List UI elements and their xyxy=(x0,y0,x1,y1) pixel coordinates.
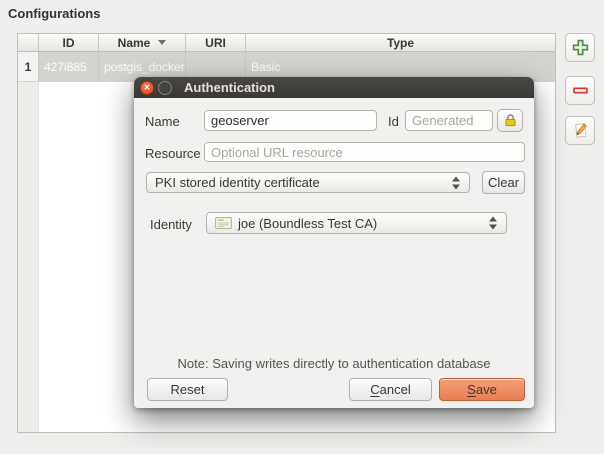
identity-label: Identity xyxy=(150,217,192,232)
certificate-icon xyxy=(215,217,232,229)
id-input xyxy=(405,110,493,131)
header-name[interactable]: Name xyxy=(99,34,186,51)
page-title: Configurations xyxy=(8,6,100,21)
identity-combobox[interactable]: joe (Boundless Test CA) xyxy=(206,212,507,234)
edit-config-button[interactable] xyxy=(565,116,595,145)
sort-descending-icon xyxy=(158,40,166,45)
name-input[interactable] xyxy=(204,110,377,131)
row-number-cell[interactable]: 1 xyxy=(18,52,39,81)
lock-id-button[interactable] xyxy=(497,109,523,132)
remove-config-button[interactable] xyxy=(565,76,595,105)
pencil-icon xyxy=(571,121,590,140)
cancel-button[interactable]: Cancel xyxy=(349,378,432,401)
dialog-title: Authentication xyxy=(184,80,275,95)
authentication-dialog: ✕ Authentication Name Id Resource PKI st… xyxy=(134,77,534,408)
lock-icon xyxy=(503,113,518,128)
header-type[interactable]: Type xyxy=(246,34,555,51)
combo-arrows-icon xyxy=(452,176,460,189)
minus-icon xyxy=(571,81,590,100)
close-icon[interactable]: ✕ xyxy=(140,81,154,95)
reset-button[interactable]: Reset xyxy=(147,378,228,401)
id-label: Id xyxy=(388,114,399,129)
combo-arrows-icon xyxy=(489,217,497,230)
header-rownum[interactable] xyxy=(18,34,39,51)
maximize-icon[interactable] xyxy=(158,81,172,95)
resource-label: Resource xyxy=(145,146,201,161)
save-button[interactable]: Save xyxy=(439,378,525,401)
resource-input[interactable] xyxy=(204,142,525,162)
clear-button[interactable]: Clear xyxy=(482,171,525,194)
auth-method-combobox[interactable]: PKI stored identity certificate xyxy=(146,172,470,193)
identity-selected-value: joe (Boundless Test CA) xyxy=(238,216,377,231)
save-note-text: Note: Saving writes directly to authenti… xyxy=(134,356,534,371)
method-selected-value: PKI stored identity certificate xyxy=(155,175,320,190)
name-label: Name xyxy=(145,114,180,129)
header-id[interactable]: ID xyxy=(39,34,99,51)
header-uri[interactable]: URI xyxy=(186,34,246,51)
add-config-button[interactable] xyxy=(565,33,595,62)
table-header-row: ID Name URI Type xyxy=(18,34,555,52)
plus-icon xyxy=(571,38,590,57)
row-header-strip xyxy=(18,82,39,432)
cell-id[interactable]: 427i885 xyxy=(39,52,99,81)
dialog-titlebar[interactable]: ✕ Authentication xyxy=(134,77,534,98)
